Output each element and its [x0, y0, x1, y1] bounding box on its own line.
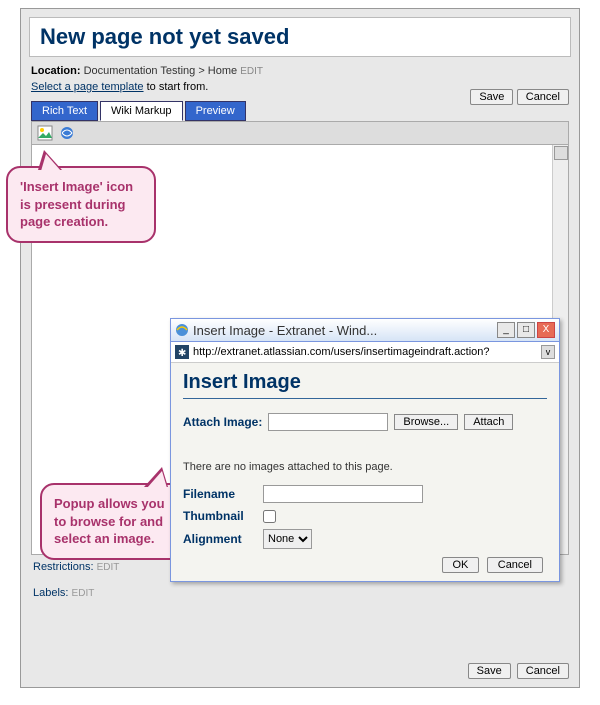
popup-heading: Insert Image: [183, 371, 547, 394]
thumbnail-row: Thumbnail: [183, 509, 547, 523]
alignment-row: Alignment None: [183, 529, 547, 549]
ie-icon: [175, 323, 189, 337]
edit-labels-link[interactable]: EDIT: [72, 588, 95, 599]
filename-input[interactable]: [263, 485, 423, 503]
url-dropdown-icon[interactable]: v: [541, 345, 555, 359]
attach-row: Attach Image: Browse... Attach: [183, 413, 547, 431]
save-button[interactable]: Save: [470, 89, 513, 105]
callout-popup-browse: Popup allows you to browse for and selec…: [40, 483, 190, 560]
no-images-message: There are no images attached to this pag…: [183, 461, 547, 473]
attach-label: Attach Image:: [183, 415, 262, 429]
popup-button-row: OK Cancel: [183, 557, 547, 573]
callout-insert-image: 'Insert Image' icon is present during pa…: [6, 166, 156, 243]
edit-restrictions-link[interactable]: EDIT: [97, 562, 120, 573]
insert-link-icon[interactable]: [59, 125, 75, 141]
divider: [183, 398, 547, 399]
svg-text:✱: ✱: [178, 348, 186, 359]
top-button-row: Save Cancel: [470, 89, 569, 105]
maximize-button[interactable]: □: [517, 322, 535, 338]
popup-titlebar[interactable]: Insert Image - Extranet - Wind... _ □ X: [171, 319, 559, 342]
editor-toolbar: [31, 121, 569, 145]
minimize-button[interactable]: _: [497, 322, 515, 338]
scroll-up-icon[interactable]: [554, 146, 568, 160]
window-controls: _ □ X: [497, 322, 555, 338]
cancel-button-popup[interactable]: Cancel: [487, 557, 543, 573]
title-input-area[interactable]: New page not yet saved: [29, 17, 571, 57]
insert-image-popup: Insert Image - Extranet - Wind... _ □ X …: [170, 318, 560, 582]
popup-body: Insert Image Attach Image: Browse... Att…: [171, 363, 559, 581]
attach-path-input[interactable]: [268, 413, 388, 431]
url-input[interactable]: [193, 346, 537, 358]
tab-wiki-markup[interactable]: Wiki Markup: [100, 101, 183, 121]
labels-line: Labels: EDIT: [33, 587, 567, 599]
callout-tail-icon: [38, 150, 62, 170]
tab-rich-text[interactable]: Rich Text: [31, 101, 98, 121]
attach-button[interactable]: Attach: [464, 414, 513, 430]
browse-button[interactable]: Browse...: [394, 414, 458, 430]
cancel-button[interactable]: Cancel: [517, 89, 569, 105]
alignment-select[interactable]: None: [263, 529, 312, 549]
select-template-link[interactable]: Select a page template: [31, 81, 144, 93]
favicon-icon: ✱: [175, 345, 189, 359]
thumbnail-checkbox[interactable]: [263, 510, 276, 523]
ok-button[interactable]: OK: [442, 557, 480, 573]
close-button[interactable]: X: [537, 322, 555, 338]
callout-tail-icon: [144, 467, 168, 487]
location-line: Location: Documentation Testing > Home E…: [31, 65, 569, 77]
insert-image-icon[interactable]: [37, 125, 53, 141]
popup-window-title: Insert Image - Extranet - Wind...: [193, 323, 493, 338]
tab-preview[interactable]: Preview: [185, 101, 246, 121]
page-title: New page not yet saved: [40, 24, 560, 50]
filename-row: Filename: [183, 485, 547, 503]
address-bar: ✱ v: [171, 342, 559, 363]
bottom-button-row: Save Cancel: [468, 663, 569, 679]
save-button-bottom[interactable]: Save: [468, 663, 511, 679]
edit-location-link[interactable]: EDIT: [240, 66, 263, 77]
cancel-button-bottom[interactable]: Cancel: [517, 663, 569, 679]
